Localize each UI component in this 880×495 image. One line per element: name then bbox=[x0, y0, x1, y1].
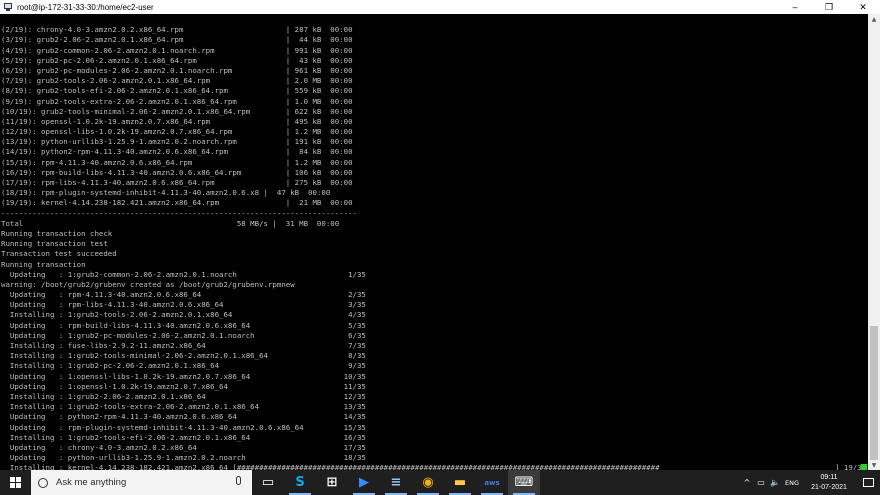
window-titlebar[interactable]: root@ip-172-31-33-30:/home/ec2-user – ❐ … bbox=[0, 0, 880, 14]
terminal-line: (18/19): rpm-plugin-systemd-inhibit-4.11… bbox=[1, 188, 331, 198]
terminal-line: Running transaction test bbox=[1, 239, 108, 249]
start-button[interactable] bbox=[0, 470, 31, 495]
taskbar-putty-button[interactable]: ⌨ bbox=[508, 470, 540, 495]
taskbar-aws-button[interactable]: aws bbox=[476, 470, 508, 495]
terminal-line: Installing : 1:grub2-tools-extra-2.06-2.… bbox=[1, 402, 366, 412]
terminal-line: Installing : 1:grub2-pc-2.06-2.amzn2.0.1… bbox=[1, 361, 366, 371]
terminal-line: (6/19): grub2-pc-modules-2.06-2.amzn2.0.… bbox=[1, 65, 353, 75]
terminal-line: Installing : fuse-libs-2.9.2-11.amzn2.x8… bbox=[1, 341, 366, 351]
terminal-line: Total 58 MB/s | 31 MB 00:00 bbox=[1, 218, 340, 228]
terminal-line: (15/19): rpm-4.11.3-40.amzn2.0.6.x86_64.… bbox=[1, 157, 353, 167]
network-icon[interactable]: ▭ bbox=[754, 478, 768, 487]
window-title: root@ip-172-31-33-30:/home/ec2-user bbox=[17, 2, 154, 12]
aws-icon: aws bbox=[484, 478, 500, 487]
terminal-output[interactable]: (2/19): chrony-4.0-3.amzn2.0.2.x86_64.rp… bbox=[0, 14, 868, 470]
terminal-line: Updating : python-urllib3-1.25.9-1.amzn2… bbox=[1, 453, 366, 463]
terminal-line: Updating : python2-rpm-4.11.3-40.amzn2.0… bbox=[1, 412, 366, 422]
terminal-line: Updating : rpm-4.11.3-40.amzn2.0.6.x86_6… bbox=[1, 290, 366, 300]
terminal-line: Transaction test succeeded bbox=[1, 249, 117, 259]
terminal-line: Installing : 1:grub2-2.06-2.amzn2.0.1.x8… bbox=[1, 391, 366, 401]
store-icon: ⊞ bbox=[326, 475, 338, 490]
terminal-line: Updating : 1:openssl-libs-1.0.2k-19.amzn… bbox=[1, 371, 366, 381]
terminal-line: Updating : rpm-libs-4.11.3-40.amzn2.0.6.… bbox=[1, 300, 366, 310]
terminal-line: (13/19): python-urllib3-1.25.9-1.amzn2.0… bbox=[1, 137, 353, 147]
language-indicator[interactable]: ENG bbox=[782, 479, 802, 487]
maximize-button[interactable]: ❐ bbox=[812, 0, 846, 14]
terminal-line: (14/19): python2-rpm-4.11.3-40.amzn2.0.6… bbox=[1, 147, 353, 157]
terminal-line: Running transaction check bbox=[1, 228, 113, 238]
chrome-icon: ◉ bbox=[422, 475, 434, 490]
putty-window-icon[interactable] bbox=[3, 2, 13, 12]
terminal-line: (7/19): grub2-tools-2.06-2.amzn2.0.1.x86… bbox=[1, 76, 353, 86]
terminal-line: (10/19): grub2-tools-minimal-2.06-2.amzn… bbox=[1, 106, 353, 116]
terminal-line: Updating : rpm-build-libs-4.11.3-40.amzn… bbox=[1, 320, 366, 330]
search-placeholder: Ask me anything bbox=[56, 477, 127, 488]
scroll-up-arrow-icon[interactable]: ▲ bbox=[868, 14, 880, 24]
windows-logo-icon bbox=[10, 477, 21, 488]
terminal-line: (4/19): grub2-common-2.06-2.amzn2.0.1.no… bbox=[1, 45, 353, 55]
terminal-line: ----------------------------------------… bbox=[1, 208, 357, 218]
taskbar-skype-button[interactable]: S bbox=[284, 470, 316, 495]
taskbar: Ask me anything ▭ S ⊞ ▶ ≡ ◉ ▬ aws ⌨ ^ ▭ 🔈 ENG 09… bbox=[0, 470, 880, 495]
clock[interactable]: 09:11 21-07-2021 bbox=[806, 473, 852, 493]
taskbar-file-explorer-button[interactable]: ▬ bbox=[444, 470, 476, 495]
system-tray: ^ ▭ 🔈 ENG 09:11 21-07-2021 bbox=[740, 470, 880, 495]
terminal-line: (16/19): rpm-build-libs-4.11.3-40.amzn2.… bbox=[1, 167, 353, 177]
terminal-line: Installing : 1:grub2-tools-efi-2.06-2.am… bbox=[1, 432, 366, 442]
file-explorer-icon: ▬ bbox=[453, 475, 467, 490]
putty-icon: ⌨ bbox=[514, 475, 534, 490]
minimize-button[interactable]: – bbox=[778, 0, 812, 14]
taskbar-document-button[interactable]: ≡ bbox=[380, 470, 412, 495]
terminal-progress-line: Installing : kernel-4.14.238-182.421.amz… bbox=[1, 463, 868, 470]
terminal-line: (9/19): grub2-tools-extra-2.06-2.amzn2.0… bbox=[1, 96, 353, 106]
close-button[interactable]: ✕ bbox=[846, 0, 880, 14]
clock-time: 09:11 bbox=[820, 473, 838, 481]
progress-text: Installing : kernel-4.14.238-182.421.amz… bbox=[1, 463, 660, 470]
document-icon: ≡ bbox=[390, 475, 402, 490]
terminal-line: Updating : 1:grub2-pc-modules-2.06-2.amz… bbox=[1, 330, 366, 340]
scroll-down-arrow-icon[interactable]: ▼ bbox=[868, 460, 880, 470]
terminal-line: Running transaction bbox=[1, 259, 86, 269]
zoom-icon: ▶ bbox=[359, 475, 369, 490]
tray-chevron-icon[interactable]: ^ bbox=[740, 478, 754, 487]
taskbar-chrome-button[interactable]: ◉ bbox=[412, 470, 444, 495]
terminal-line: Updating : 1:grub2-common-2.06-2.amzn2.0… bbox=[1, 269, 366, 279]
scrollbar-thumb[interactable] bbox=[870, 326, 878, 460]
volume-icon[interactable]: 🔈 bbox=[768, 478, 782, 487]
terminal-scrollbar[interactable]: ▲ ▼ bbox=[868, 14, 880, 470]
terminal-line: (19/19): kernel-4.14.238-182.421.amzn2.x… bbox=[1, 198, 353, 208]
terminal-line: Installing : 1:grub2-tools-2.06-2.amzn2.… bbox=[1, 310, 366, 320]
terminal-line: (11/19): openssl-1.0.2k-19.amzn2.0.7.x86… bbox=[1, 116, 353, 126]
terminal-line: Updating : chrony-4.0-3.amzn2.0.2.x86_64… bbox=[1, 442, 366, 452]
terminal-line: Updating : rpm-plugin-systemd-inhibit-4.… bbox=[1, 422, 366, 432]
terminal-line: Updating : 1:openssl-1.0.2k-19.amzn2.0.7… bbox=[1, 381, 366, 391]
skype-icon: S bbox=[295, 475, 305, 490]
terminal-line: (12/19): openssl-libs-1.0.2k-19.amzn2.0.… bbox=[1, 127, 353, 137]
taskbar-zoom-button[interactable]: ▶ bbox=[348, 470, 380, 495]
taskbar-store-button[interactable]: ⊞ bbox=[316, 470, 348, 495]
task-view-icon: ▭ bbox=[261, 475, 275, 490]
terminal-line: (2/19): chrony-4.0-3.amzn2.0.2.x86_64.rp… bbox=[1, 25, 353, 35]
action-center-icon[interactable] bbox=[856, 470, 880, 495]
clock-date: 21-07-2021 bbox=[811, 483, 847, 491]
terminal-line: (8/19): grub2-tools-efi-2.06-2.amzn2.0.1… bbox=[1, 86, 353, 96]
terminal-line: warning: /boot/grub2/grubenv created as … bbox=[1, 279, 295, 289]
terminal-line: Installing : 1:grub2-tools-minimal-2.06-… bbox=[1, 351, 366, 361]
taskbar-search-box[interactable]: Ask me anything bbox=[31, 470, 252, 495]
terminal-line: (3/19): grub2-2.06-2.amzn2.0.1.x86_64.rp… bbox=[1, 35, 353, 45]
terminal-line: (17/19): rpm-libs-4.11.3-40.amzn2.0.6.x8… bbox=[1, 178, 353, 188]
microphone-icon[interactable] bbox=[233, 476, 243, 489]
search-icon bbox=[38, 477, 48, 488]
terminal-line: (5/19): grub2-pc-2.06-2.amzn2.0.1.x86_64… bbox=[1, 55, 353, 65]
taskbar-task-view-button[interactable]: ▭ bbox=[252, 470, 284, 495]
